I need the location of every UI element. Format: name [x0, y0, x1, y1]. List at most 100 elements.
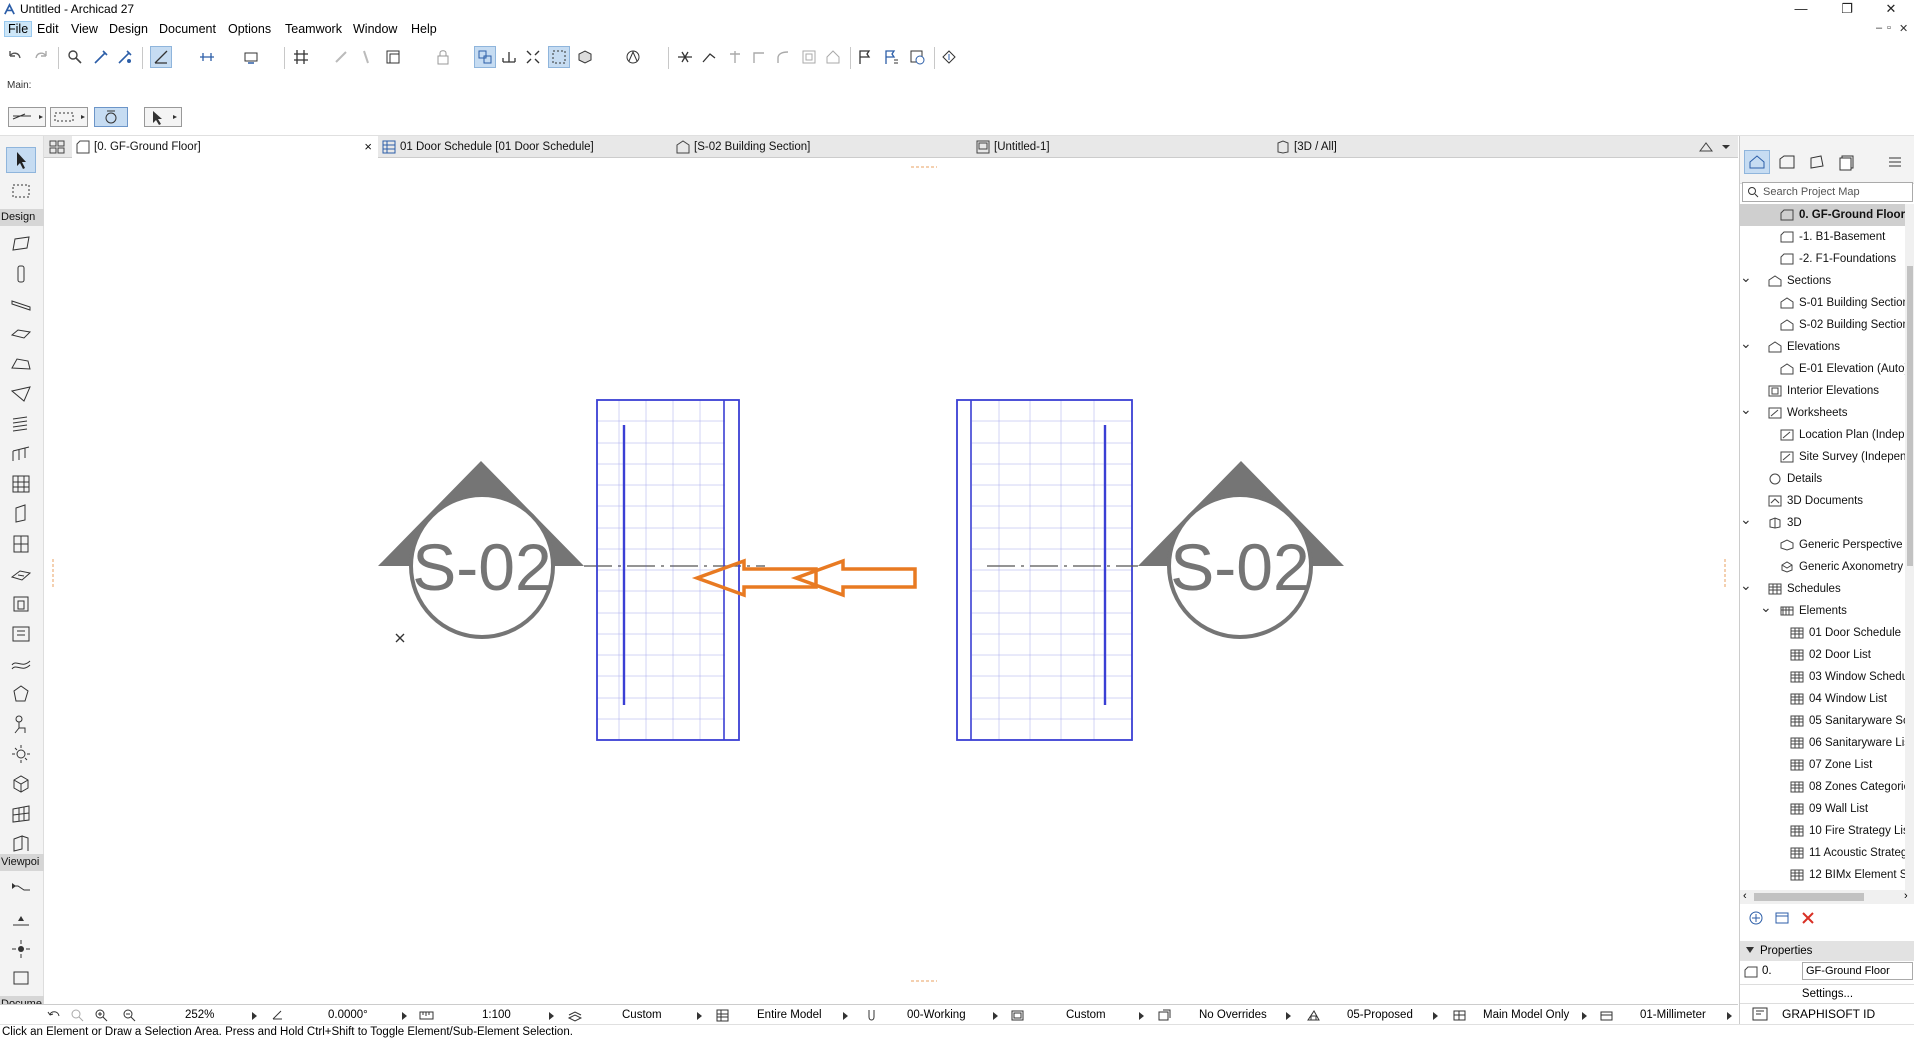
tab-overview-icon[interactable]	[49, 139, 65, 158]
grid-snap-icon[interactable]	[290, 46, 312, 68]
tree-item[interactable]: 08 Zones Categories	[1740, 776, 1905, 798]
tree-item[interactable]: 05 Sanitaryware Schedule	[1740, 710, 1905, 732]
menu-design[interactable]: Design	[106, 22, 151, 36]
structural-display-icon[interactable]	[1452, 1008, 1467, 1023]
trim-icon[interactable]	[724, 46, 746, 68]
collapse-triangle-icon[interactable]	[1746, 947, 1754, 953]
renovation-filter-value[interactable]: 05-Proposed	[1347, 1009, 1413, 1021]
tree-item[interactable]: Details	[1740, 468, 1905, 490]
mesh-tool-icon[interactable]	[6, 651, 36, 677]
rendering-icon[interactable]	[622, 46, 644, 68]
scale-value[interactable]: 1:100	[482, 1009, 511, 1021]
split-icon[interactable]	[674, 46, 696, 68]
mdi-restore-icon[interactable]: ▫	[1887, 22, 1891, 34]
layer-toggle-icon[interactable]	[382, 46, 404, 68]
suspend-groups-icon[interactable]	[474, 46, 496, 68]
tree-item[interactable]: 02 Door List	[1740, 644, 1905, 666]
minimize-button[interactable]: —	[1778, 0, 1824, 20]
stair-tool-icon[interactable]	[6, 411, 36, 437]
worksheet-tool-icon[interactable]	[6, 964, 36, 990]
tree-horizontal-scrollbar[interactable]: ‹ ›	[1740, 890, 1914, 904]
shell-tool-icon[interactable]	[6, 381, 36, 407]
tree-item[interactable]: ⌄ Elevations	[1740, 336, 1905, 358]
expand-chevron-icon[interactable]: ⌄	[1740, 336, 1752, 354]
clone-view-icon[interactable]	[1774, 910, 1790, 926]
undo-icon[interactable]	[4, 46, 26, 68]
tree-item[interactable]: 03 Window Schedule	[1740, 666, 1905, 688]
3d-view-mode-icon[interactable]	[574, 46, 596, 68]
model-filter-value[interactable]: Entire Model	[757, 1009, 822, 1021]
layout-book-icon[interactable]	[1804, 150, 1830, 174]
lamp-tool-icon[interactable]	[6, 741, 36, 767]
opening-tool-icon[interactable]	[6, 591, 36, 617]
issue-icon[interactable]	[880, 46, 902, 68]
railing-tool-icon[interactable]	[6, 441, 36, 467]
menu-file[interactable]: File	[4, 21, 33, 37]
zoom-forward-icon[interactable]	[70, 1008, 85, 1023]
tree-item[interactable]: 06 Sanitaryware List	[1740, 732, 1905, 754]
tab-close-icon[interactable]: ×	[364, 136, 372, 158]
structural-display-value[interactable]: Main Model Only	[1483, 1009, 1569, 1021]
guide-lines-icon[interactable]	[150, 46, 172, 68]
beam-tool-icon[interactable]	[6, 291, 36, 317]
expand-chevron-icon[interactable]: ⌄	[1760, 600, 1772, 618]
trace-reference-icon[interactable]	[356, 46, 378, 68]
navigator-menu-icon[interactable]	[1882, 150, 1908, 174]
layer-combination-value[interactable]: Custom	[622, 1009, 662, 1021]
model-filter-icon[interactable]	[715, 1008, 730, 1023]
tree-item[interactable]: Generic Perspective	[1740, 534, 1905, 556]
menu-window[interactable]: Window	[350, 22, 400, 36]
skylight-tool-icon[interactable]	[6, 561, 36, 587]
tab-untitled-1[interactable]: [Untitled-1]	[972, 136, 1272, 158]
new-view-icon[interactable]	[1748, 910, 1764, 926]
expand-chevron-icon[interactable]: ⌄	[1740, 402, 1752, 420]
find-select-icon[interactable]	[64, 46, 86, 68]
graphisoft-id-label[interactable]: GRAPHISOFT ID	[1782, 1007, 1875, 1021]
publisher-sets-icon[interactable]	[1834, 150, 1860, 174]
tree-item[interactable]: E-01 Elevation (Auto)	[1740, 358, 1905, 380]
marquee-icon[interactable]	[548, 46, 570, 68]
tree-item[interactable]: ⌄ Sections	[1740, 270, 1905, 292]
model-view-arrow-icon[interactable]	[1139, 1012, 1144, 1020]
tab-3d-all[interactable]: [3D / All]	[1272, 136, 1616, 158]
roof-tool-icon[interactable]	[6, 351, 36, 377]
snap-guides-icon[interactable]	[196, 46, 218, 68]
trace-icon[interactable]	[330, 46, 352, 68]
redo-icon[interactable]	[30, 46, 52, 68]
fillet-icon[interactable]	[772, 46, 794, 68]
quick-selection-button[interactable]	[94, 107, 128, 127]
section-marker-left[interactable]: S-02	[378, 461, 584, 639]
gravity-icon[interactable]	[240, 46, 262, 68]
graphic-override-icon[interactable]	[1157, 1008, 1172, 1023]
tree-item[interactable]: 3D Documents	[1740, 490, 1905, 512]
pick-element-button[interactable]	[8, 107, 46, 127]
publish-icon[interactable]	[938, 46, 960, 68]
tab-building-section[interactable]: [S-02 Building Section]	[672, 136, 978, 158]
zoom-back-icon[interactable]	[47, 1008, 62, 1023]
menu-edit[interactable]: Edit	[34, 22, 62, 36]
tree-item[interactable]: 01 Door Schedule	[1740, 622, 1905, 644]
wall-tool-icon[interactable]	[6, 231, 36, 257]
pen-set-value[interactable]: 00-Working	[907, 1009, 966, 1021]
tab-list-dropdown-icon[interactable]	[1698, 139, 1732, 158]
door-tool-icon[interactable]	[6, 501, 36, 527]
curtain-grid-tool-icon[interactable]	[6, 801, 36, 827]
menu-teamwork[interactable]: Teamwork	[282, 22, 345, 36]
tree-hscroll-thumb[interactable]	[1754, 893, 1864, 901]
expand-chevron-icon[interactable]: ⌄	[1740, 270, 1752, 288]
menu-view[interactable]: View	[68, 22, 101, 36]
project-map-search[interactable]: Search Project Map	[1742, 182, 1913, 202]
zoom-value[interactable]: 252%	[185, 1009, 214, 1021]
renovation-arrow-icon[interactable]	[1433, 1012, 1438, 1020]
flag-icon[interactable]	[854, 46, 876, 68]
section-marker-right[interactable]: S-02	[1138, 461, 1344, 639]
lock-icon[interactable]	[432, 46, 454, 68]
menu-options[interactable]: Options	[225, 22, 274, 36]
mdi-minimize-icon[interactable]: –	[1876, 22, 1882, 34]
layer-arrow-icon[interactable]	[697, 1012, 702, 1020]
expand-chevron-icon[interactable]: ⌄	[1740, 512, 1752, 530]
tree-item[interactable]: S-02 Building Section	[1740, 314, 1905, 336]
tree-item[interactable]: ⌄ Schedules	[1740, 578, 1905, 600]
fit-in-window-icon[interactable]	[522, 46, 544, 68]
scale-icon[interactable]	[419, 1008, 434, 1023]
